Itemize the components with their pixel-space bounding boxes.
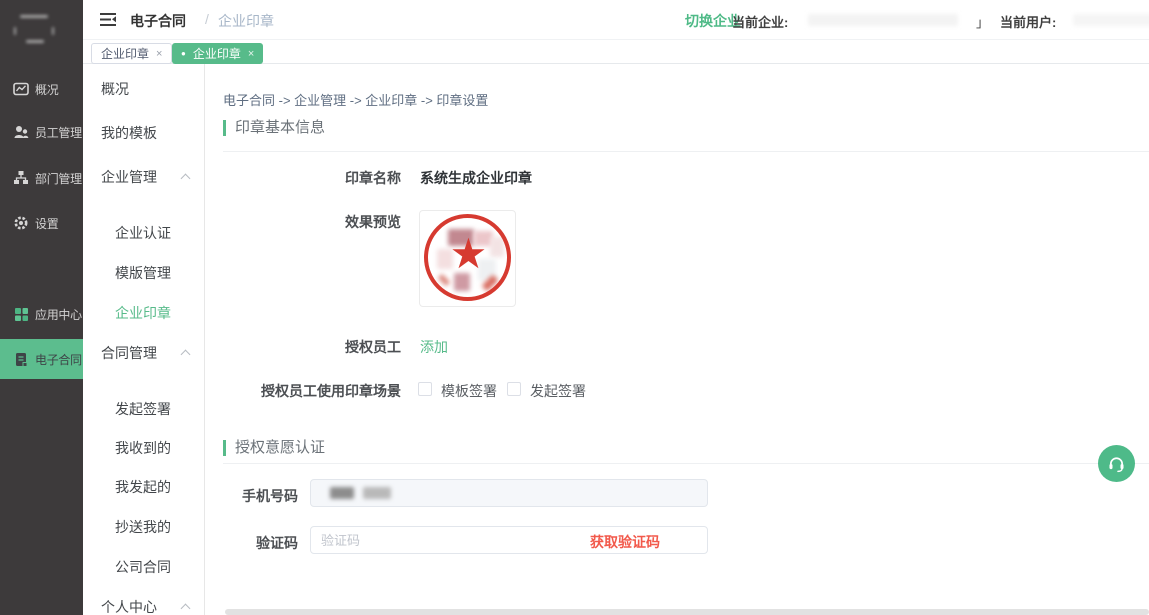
active-tab-dot-icon: ●	[181, 50, 186, 58]
employees-icon	[13, 124, 29, 140]
top-header: 电子合同 / 企业印章 切换企业 当前企业: 」 当前用户: · ·	[83, 0, 1149, 40]
authorized-staff-label: 授权员工	[223, 337, 401, 357]
verify-code-label: 验证码	[223, 533, 298, 553]
menu-cc-to-me[interactable]: 抄送我的	[83, 513, 205, 541]
sidebar-item-overview[interactable]: 概况	[0, 75, 83, 103]
sidebar-item-app-center[interactable]: 应用中心	[0, 300, 83, 328]
sidebar-item-label: 部门管理	[35, 170, 82, 187]
menu-received[interactable]: 我收到的	[83, 434, 205, 462]
menu-template-management[interactable]: 模版管理	[83, 259, 205, 287]
chevron-up-icon	[181, 350, 191, 360]
tab-enterprise-seal[interactable]: 企业印章 ×	[91, 43, 172, 64]
contract-icon	[13, 351, 29, 367]
departments-icon	[13, 170, 29, 186]
menu-my-templates[interactable]: 我的模板	[83, 119, 205, 147]
sidebar-item-label: 员工管理	[35, 124, 82, 141]
menu-company-contracts[interactable]: 公司合同	[83, 553, 205, 581]
tab-label: 企业印章	[193, 45, 241, 62]
chevron-up-icon	[181, 604, 191, 614]
sidebar-item-label: 电子合同	[35, 351, 82, 368]
tab-close-icon[interactable]: ×	[248, 48, 254, 60]
chevron-up-icon	[181, 174, 191, 184]
gear-icon	[13, 215, 29, 231]
template-sign-checkbox[interactable]	[418, 382, 432, 396]
section-divider	[223, 151, 1149, 152]
tab-close-icon[interactable]: ×	[156, 48, 162, 60]
page-title: 电子合同	[130, 11, 186, 31]
menu-initiated-by-me[interactable]: 我发起的	[83, 473, 205, 501]
phone-redacted-segment	[363, 487, 391, 499]
main-content: 电子合同 -> 企业管理 -> 企业印章 -> 印章设置 印章基本信息 印章名称…	[205, 64, 1149, 615]
menu-contract-management[interactable]: 合同管理	[83, 339, 205, 367]
overview-chart-icon	[13, 81, 29, 97]
seal-name-value: 系统生成企业印章	[420, 168, 532, 188]
secondary-sidebar: 概况 我的模板 企业管理 企业认证 模版管理 企业印章 合同管理 发起签署 我收…	[83, 64, 205, 615]
get-verify-code-button[interactable]: 获取验证码	[590, 532, 660, 552]
seal-preview-image: ★	[419, 210, 516, 307]
section-title-seal-basic-info: 印章基本信息	[223, 120, 325, 136]
menu-personal-center[interactable]: 个人中心	[83, 593, 205, 615]
app-window: 概况 员工管理 部门管理 设置 应用中心	[0, 0, 1149, 615]
section-title-auth-will: 授权意愿认证	[223, 440, 325, 456]
current-company-label: 当前企业:	[732, 12, 788, 31]
menu-overview[interactable]: 概况	[83, 75, 205, 103]
menu-enterprise-management[interactable]: 企业管理	[83, 163, 205, 191]
seal-star-icon: ★	[420, 233, 516, 275]
menu-initiate-signing[interactable]: 发起签署	[83, 395, 205, 423]
seal-preview-label: 效果预览	[223, 212, 401, 232]
add-staff-link[interactable]: 添加	[420, 337, 448, 357]
headset-icon	[1107, 454, 1126, 473]
app-center-icon	[13, 306, 29, 322]
horizontal-scrollbar[interactable]	[225, 609, 1149, 615]
sidebar-item-settings[interactable]: 设置	[0, 209, 83, 237]
tab-enterprise-seal-active[interactable]: ● 企业印章 ×	[172, 43, 263, 64]
breadcrumb-separator: /	[205, 11, 209, 27]
sidebar-item-label: 应用中心	[35, 306, 82, 323]
initiate-sign-checkbox-label: 发起签署	[530, 381, 586, 401]
phone-redacted-segment	[330, 487, 354, 499]
menu-enterprise-auth[interactable]: 企业认证	[83, 219, 205, 247]
sidebar-item-label: 概况	[35, 81, 58, 98]
section-divider	[223, 463, 1149, 464]
current-user-label: 当前用户:	[1000, 12, 1056, 31]
primary-sidebar: 概况 员工管理 部门管理 设置 应用中心	[0, 0, 83, 615]
company-logo	[0, 0, 83, 56]
sidebar-item-e-contract[interactable]: 电子合同	[0, 339, 83, 379]
breadcrumb-current: 企业印章	[218, 11, 274, 31]
template-sign-checkbox-label: 模板签署	[441, 381, 497, 401]
sidebar-item-departments[interactable]: 部门管理	[0, 164, 83, 192]
current-company-name-redacted	[808, 14, 958, 26]
seal-name-label: 印章名称	[223, 168, 401, 188]
tab-label: 企业印章	[101, 45, 149, 62]
customer-service-button[interactable]	[1098, 445, 1135, 482]
open-tabs-bar: 企业印章 × ● 企业印章 ×	[83, 40, 1149, 64]
content-breadcrumb: 电子合同 -> 企业管理 -> 企业印章 -> 印章设置	[223, 90, 488, 109]
sidebar-item-employees[interactable]: 员工管理	[0, 118, 83, 146]
company-name-bracket: 」	[976, 12, 989, 31]
phone-number-label: 手机号码	[223, 486, 298, 506]
current-user-name-redacted	[1073, 14, 1149, 26]
seal-scene-label: 授权员工使用印章场景	[223, 381, 401, 401]
initiate-sign-checkbox[interactable]	[507, 382, 521, 396]
sidebar-item-label: 设置	[35, 215, 58, 232]
menu-enterprise-seal[interactable]: 企业印章	[83, 299, 205, 327]
collapse-menu-icon[interactable]	[100, 12, 118, 27]
